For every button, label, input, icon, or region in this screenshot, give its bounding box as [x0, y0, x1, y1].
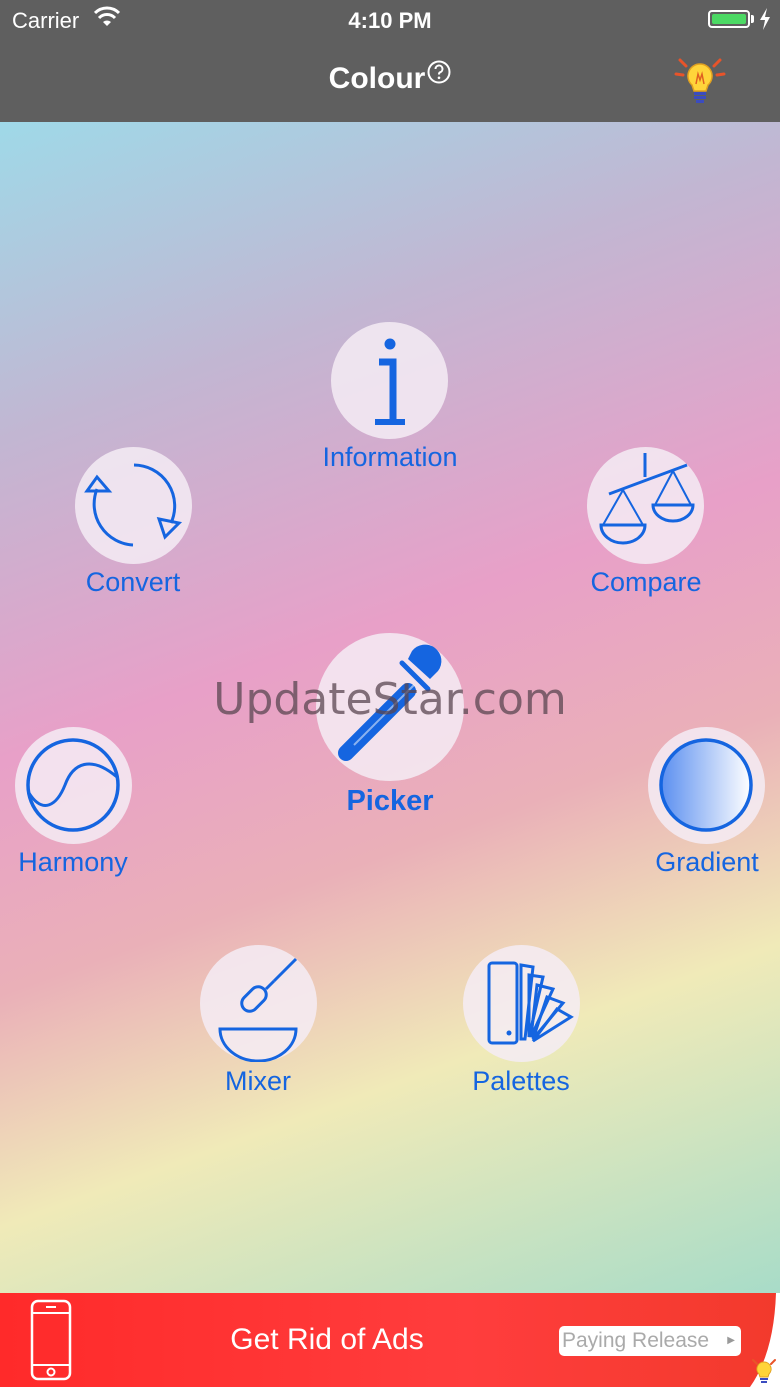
clock-time: 4:10 PM — [348, 8, 432, 33]
convert-button[interactable] — [75, 447, 192, 564]
gradient-circle-icon — [659, 738, 753, 832]
picker-label[interactable]: Picker — [290, 785, 490, 818]
refresh-arrows-icon — [84, 463, 183, 547]
mixer-button[interactable] — [200, 945, 317, 1062]
ad-text: Get Rid of Ads — [230, 1323, 424, 1356]
harmony-label[interactable]: Harmony — [0, 847, 173, 878]
page-title: Colour — [328, 62, 426, 95]
gradient-button[interactable] — [648, 727, 765, 844]
gradient-label[interactable]: Gradient — [607, 847, 780, 878]
watermark-text: UpdateStar.com — [213, 674, 567, 725]
information-label[interactable]: Information — [290, 442, 490, 473]
balance-scale-icon — [599, 453, 695, 545]
convert-label[interactable]: Convert — [33, 567, 233, 598]
palettes-label[interactable]: Palettes — [421, 1066, 621, 1097]
mixing-bowl-icon — [218, 957, 298, 1062]
yin-yang-wave-icon — [26, 738, 120, 832]
compare-button[interactable] — [587, 447, 704, 564]
palette-swatches-icon — [487, 961, 574, 1045]
charging-bolt-icon — [760, 8, 770, 30]
navigation-bar: Colour — [0, 40, 780, 122]
status-bar: Carrier 4:10 PM — [0, 0, 780, 40]
page-title-container: Colour — [0, 60, 780, 96]
compare-label[interactable]: Compare — [546, 567, 746, 598]
information-button[interactable] — [331, 322, 448, 439]
question-circle-icon[interactable] — [427, 60, 451, 84]
mixer-label[interactable]: Mixer — [158, 1066, 358, 1097]
menu-canvas: Information Convert Compare Picker Updat… — [0, 122, 780, 1293]
ad-banner[interactable]: Get Rid of Ads Paying Release ▶ — [0, 1293, 780, 1387]
info-icon — [375, 338, 405, 425]
lightbulb-icon[interactable] — [672, 54, 728, 110]
palettes-button[interactable] — [463, 945, 580, 1062]
harmony-button[interactable] — [15, 727, 132, 844]
paying-release-button[interactable]: Paying Release ▶ — [559, 1326, 741, 1356]
battery-icon — [708, 10, 750, 28]
chevron-right-icon: ▶ — [727, 1335, 735, 1346]
paying-release-label: Paying Release — [562, 1329, 710, 1352]
lightbulb-icon — [752, 1359, 776, 1383]
battery-tip — [751, 15, 754, 23]
